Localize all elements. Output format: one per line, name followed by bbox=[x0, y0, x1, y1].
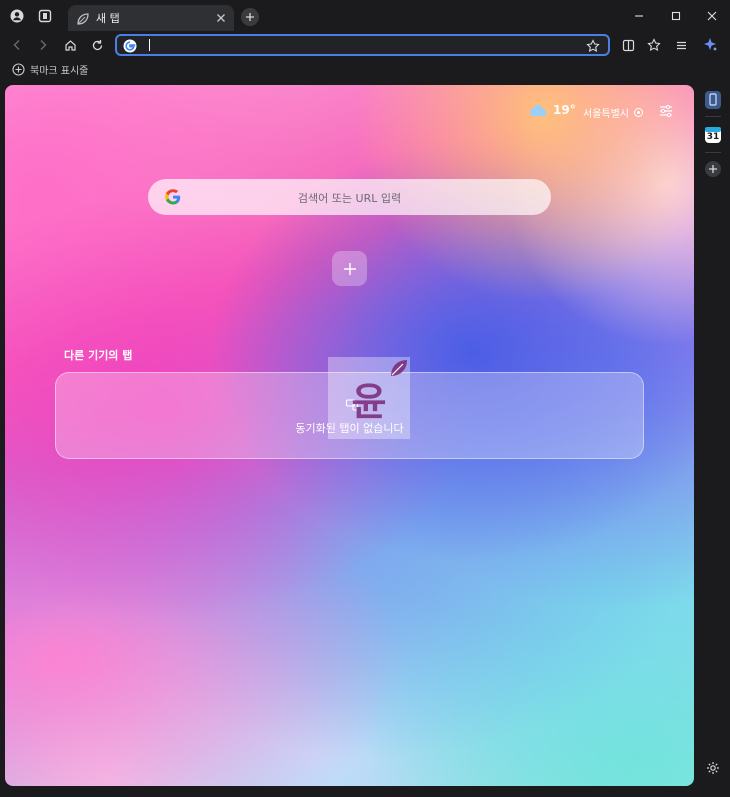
arrow-left-icon bbox=[13, 40, 20, 50]
leaf-icon bbox=[391, 360, 407, 376]
favorites-icon bbox=[647, 38, 661, 52]
split-view-icon bbox=[622, 39, 634, 51]
reload-icon bbox=[92, 39, 102, 50]
location-target-icon bbox=[634, 108, 643, 117]
plus-icon bbox=[246, 13, 254, 21]
tab-new-tab[interactable]: 새 탭 bbox=[68, 5, 234, 31]
profile-icon[interactable] bbox=[9, 8, 25, 24]
tab-close-icon[interactable] bbox=[214, 10, 228, 24]
bookmark-bar-add[interactable]: 북마크 표시줄 bbox=[12, 62, 88, 77]
close-window-button[interactable] bbox=[704, 8, 720, 24]
maximize-icon bbox=[671, 11, 681, 21]
side-panel-add-button[interactable] bbox=[703, 159, 723, 179]
synced-tabs-title: 다른 기기의 탭 bbox=[64, 349, 133, 362]
workspaces-icon[interactable] bbox=[37, 8, 53, 24]
new-tab-button[interactable] bbox=[241, 8, 259, 26]
new-tab-page: 19° 서울특별시 검색어 또는 URL 입력 다른 기기의 탭 동기화된 탭이… bbox=[5, 85, 694, 786]
mobile-icon bbox=[705, 91, 721, 109]
address-bar[interactable] bbox=[115, 34, 610, 56]
search-box[interactable]: 검색어 또는 URL 입력 bbox=[148, 179, 551, 215]
address-input[interactable] bbox=[147, 37, 577, 53]
bookmark-star-icon[interactable] bbox=[586, 38, 600, 53]
favorites-button[interactable] bbox=[646, 37, 662, 53]
menu-button[interactable] bbox=[673, 37, 689, 53]
tab-title: 새 탭 bbox=[96, 12, 120, 25]
calendar-day: 31 bbox=[706, 132, 720, 142]
plus-circle-icon bbox=[705, 161, 721, 177]
title-bar: 새 탭 bbox=[0, 0, 730, 32]
gear-icon bbox=[707, 762, 719, 774]
weather-widget[interactable]: 19° bbox=[529, 103, 576, 117]
bookmark-bar-label: 북마크 표시줄 bbox=[30, 66, 89, 77]
add-shortcut-button[interactable] bbox=[332, 251, 367, 286]
side-panel-settings-button[interactable] bbox=[703, 758, 723, 778]
arrow-right-icon bbox=[40, 40, 47, 50]
minimize-icon bbox=[635, 15, 643, 17]
ai-assistant-button[interactable] bbox=[702, 37, 718, 53]
text-caret bbox=[149, 39, 150, 51]
reload-button[interactable] bbox=[89, 37, 105, 53]
customize-button[interactable] bbox=[657, 102, 675, 120]
maximize-button[interactable] bbox=[668, 8, 684, 24]
plus-circle-icon bbox=[12, 63, 25, 76]
sparkle-icon bbox=[704, 38, 717, 51]
close-icon bbox=[707, 11, 717, 21]
plus-icon bbox=[343, 262, 356, 275]
watermark-logo: 윤 bbox=[328, 357, 410, 439]
weather-temperature: 19° bbox=[553, 103, 576, 117]
minimize-button[interactable] bbox=[631, 8, 647, 24]
side-panel-calendar-button[interactable]: 31 bbox=[703, 125, 723, 145]
hamburger-menu-icon bbox=[676, 41, 686, 49]
split-view-button[interactable] bbox=[620, 37, 636, 53]
back-button[interactable] bbox=[9, 37, 25, 53]
location-label: 서울특별시 bbox=[583, 109, 629, 120]
bookmark-bar: 북마크 표시줄 bbox=[0, 58, 730, 82]
side-panel: 31 bbox=[698, 82, 730, 797]
toolbar bbox=[0, 32, 730, 58]
watermark-glyph: 윤 bbox=[351, 379, 387, 424]
leaf-icon bbox=[76, 11, 90, 25]
side-panel-mobile-button[interactable] bbox=[703, 90, 723, 110]
home-button[interactable] bbox=[62, 37, 78, 53]
google-icon bbox=[123, 38, 137, 53]
home-icon bbox=[64, 39, 76, 51]
location-widget[interactable]: 서울특별시 bbox=[583, 105, 644, 120]
forward-button[interactable] bbox=[35, 37, 51, 53]
cloud-icon bbox=[529, 105, 547, 117]
sliders-icon bbox=[660, 104, 672, 118]
search-placeholder: 검색어 또는 URL 입력 bbox=[297, 192, 402, 205]
